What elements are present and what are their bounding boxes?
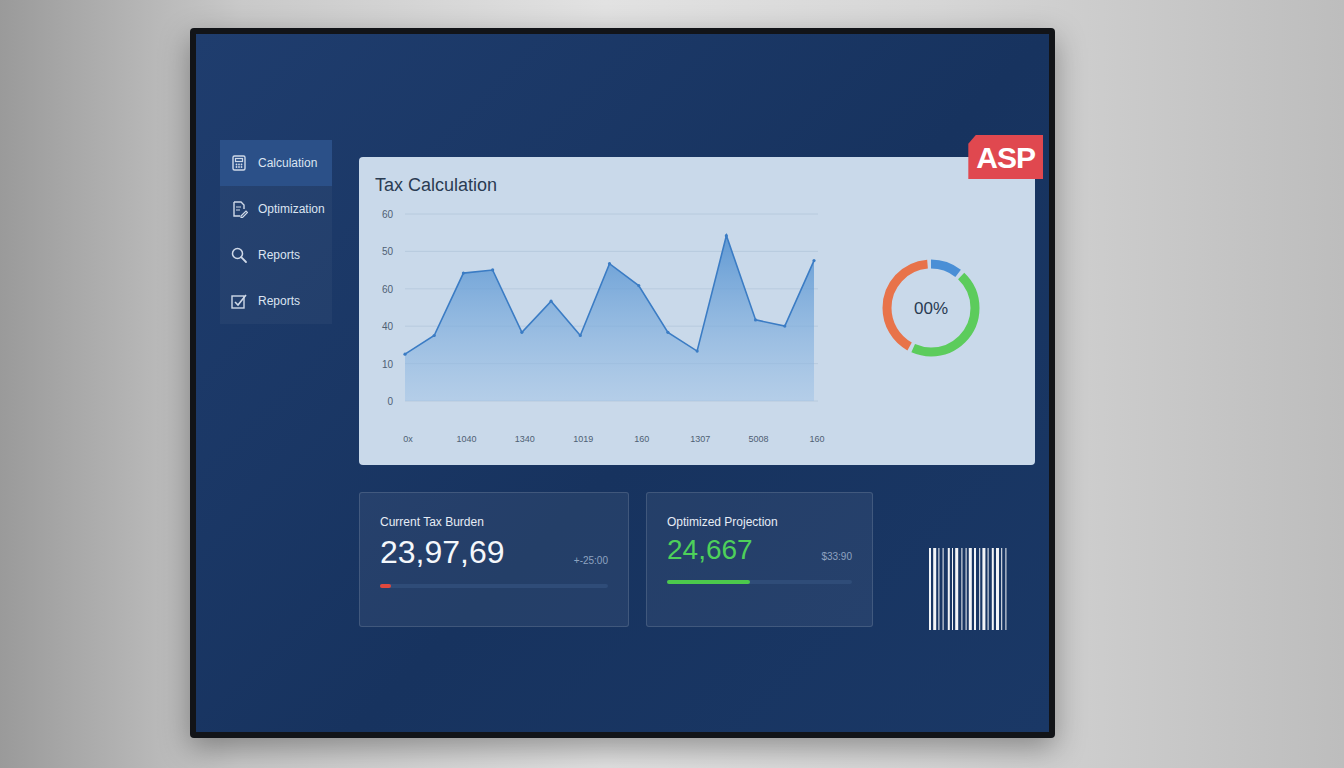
sidebar-label: Calculation — [258, 156, 317, 170]
grid-line — [405, 251, 818, 252]
donut-chart: 00% — [843, 198, 1019, 368]
area-chart: 60 50 60 40 10 0 0x 1040 1340 1019 160 1307 5008 160 — [373, 198, 843, 453]
progress-track — [667, 580, 852, 584]
sidebar-label: Optimization — [258, 202, 325, 216]
progress-fill — [667, 580, 750, 584]
y-tick: 50 — [382, 246, 394, 257]
checkbox-edit-icon — [230, 292, 248, 310]
sidebar-label: Reports — [258, 294, 300, 308]
stat-title: Current Tax Burden — [380, 515, 608, 529]
progress-track — [380, 584, 608, 588]
document-edit-icon — [230, 200, 248, 218]
series-area — [405, 236, 814, 401]
y-tick: 0 — [387, 396, 393, 407]
data-point — [491, 268, 494, 271]
donut-segment — [887, 264, 975, 352]
sidebar-item[interactable]: Optimization — [220, 186, 332, 232]
calculator-icon — [230, 154, 248, 172]
x-tick: 160 — [634, 434, 649, 444]
data-point — [403, 353, 406, 356]
y-tick: 60 — [382, 284, 394, 295]
data-point — [608, 262, 611, 265]
chart-title: Tax Calculation — [375, 175, 1019, 196]
y-tick: 10 — [382, 359, 394, 370]
stat-reading: +-25:00 — [574, 555, 608, 570]
y-tick: 40 — [382, 321, 394, 332]
data-point — [812, 259, 815, 262]
x-tick: 1040 — [456, 434, 476, 444]
sidebar-label: Reports — [258, 248, 300, 262]
stat-reading: $33:90 — [821, 551, 852, 566]
data-point — [696, 349, 699, 352]
stat-title: Optimized Projection — [667, 515, 852, 529]
x-tick: 0x — [403, 434, 413, 444]
donut-segment — [887, 264, 975, 352]
x-tick: 160 — [809, 434, 824, 444]
x-tick: 1307 — [690, 434, 710, 444]
sidebar-item[interactable]: Reports — [220, 278, 332, 324]
stat-card: Current Tax Burden 23,97,69 +-25:00 — [359, 492, 629, 627]
x-tick: 1019 — [573, 434, 593, 444]
data-point — [783, 325, 786, 328]
data-point — [579, 334, 582, 337]
monitor: Calculation Optimization Reports Reports Tax… — [190, 28, 1055, 738]
data-point — [433, 334, 436, 337]
progress-fill — [380, 584, 391, 588]
barcode-icon — [927, 548, 1031, 630]
sidebar: Calculation Optimization Reports Reports — [220, 140, 332, 324]
donut-label: 00% — [914, 299, 948, 318]
donut: 00% — [871, 248, 991, 368]
series-line — [405, 236, 814, 355]
chart-card: Tax Calculation 60 50 60 40 10 0 0x 1040 1340 1019… — [359, 157, 1035, 465]
data-point — [666, 331, 669, 334]
x-tick: 1340 — [515, 434, 535, 444]
data-point — [637, 284, 640, 287]
donut-segment — [887, 264, 975, 352]
data-point — [462, 271, 465, 274]
data-point — [520, 331, 523, 334]
search-icon — [230, 246, 248, 264]
grid-line — [405, 214, 818, 215]
data-point — [549, 300, 552, 303]
x-tick: 5008 — [749, 434, 769, 444]
dashboard-screen: Calculation Optimization Reports Reports Tax… — [196, 34, 1049, 732]
chart-body: 60 50 60 40 10 0 0x 1040 1340 1019 160 1307 5008 160 0… — [373, 198, 1019, 453]
stat-value: 23,97,69 — [380, 535, 505, 570]
main-content: Tax Calculation 60 50 60 40 10 0 0x 1040 1340 1019… — [359, 157, 1035, 732]
stats-row: Current Tax Burden 23,97,69 +-25:00 Optimiz… — [359, 492, 1035, 630]
stat-value: 24,667 — [667, 535, 753, 566]
brand-logo: ASP — [968, 135, 1043, 179]
sidebar-item[interactable]: Calculation — [220, 140, 332, 186]
stat-row: 23,97,69 +-25:00 — [380, 535, 608, 570]
data-point — [725, 234, 728, 237]
sidebar-item[interactable]: Reports — [220, 232, 332, 278]
stat-card: Optimized Projection 24,667 $33:90 — [646, 492, 873, 627]
stat-row: 24,667 $33:90 — [667, 535, 852, 566]
data-point — [754, 318, 757, 321]
y-tick: 60 — [382, 209, 394, 220]
